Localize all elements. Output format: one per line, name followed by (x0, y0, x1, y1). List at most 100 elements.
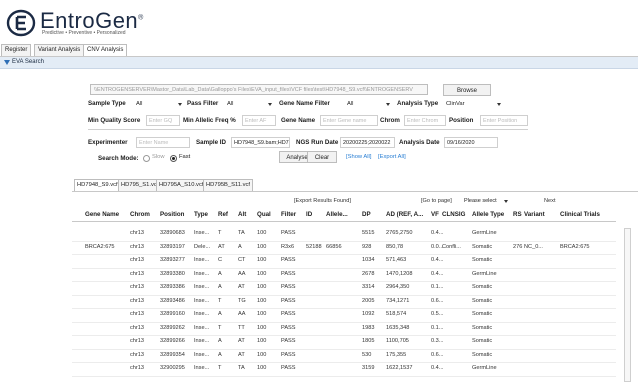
sample-type-select[interactable]: All (136, 99, 142, 110)
col-header[interactable]: CLNSIG (442, 211, 465, 218)
col-header[interactable]: Type (194, 211, 208, 218)
eva-search-header[interactable]: EVA Search (0, 57, 638, 69)
analysis-type-select[interactable]: ClinVar (446, 99, 465, 110)
col-header[interactable]: RS (513, 211, 522, 218)
table-cell: chr13 (130, 284, 144, 290)
section-title: EVA Search (12, 59, 44, 65)
table-row[interactable]: BRCA2:675 chr13 32893197 Dele... AT A 100 R3x6 5… (72, 241, 616, 255)
ngs-run-date-input[interactable]: 20200225;2020022 (340, 137, 395, 148)
col-header[interactable]: Chrom (130, 211, 150, 218)
col-header[interactable]: Position (160, 211, 184, 218)
experimenter-input[interactable]: Enter Name (136, 137, 190, 148)
export-results-found-link[interactable]: [Export Results Found] (294, 198, 351, 204)
table-cell: 32893197 (160, 243, 185, 250)
go-to-page-link[interactable]: [Go to page] (421, 198, 452, 204)
file-tab[interactable]: HD795B_S11.vcf (203, 179, 254, 191)
table-cell: A (218, 351, 222, 358)
table-row[interactable]: chr13 32899262 Inse... T TT 100 PASS 1983 1635,3… (72, 322, 616, 336)
chevron-down-icon[interactable] (504, 200, 508, 203)
table-cell: 0.3... (431, 338, 444, 344)
min-quality-input[interactable]: Enter GQ (146, 115, 180, 126)
col-header[interactable]: Gene Name (85, 211, 119, 218)
table-cell: A (218, 270, 222, 277)
export-all-link[interactable]: [Export All] (378, 152, 406, 163)
table-cell: chr13 (130, 230, 144, 236)
tab-cnv-analysis[interactable]: CNV Analysis (83, 44, 128, 56)
min-allelic-input[interactable]: Enter AF (242, 115, 276, 126)
col-header[interactable]: Variant (524, 211, 545, 218)
col-header[interactable]: Clinical Trials (560, 211, 600, 218)
table-row[interactable]: chr13 32893380 Inse... A AA 100 PASS 2678 1470,1… (72, 268, 616, 282)
col-header[interactable]: Alt (238, 211, 246, 218)
table-cell: GermLine (472, 270, 497, 277)
experimenter-label: Experimenter (88, 139, 128, 146)
col-header[interactable]: VF (431, 211, 439, 218)
table-cell: 66856 (326, 243, 342, 250)
page-select[interactable]: Please select (462, 196, 508, 207)
clear-button[interactable]: Clear (307, 151, 337, 163)
app-tagline: Predictive • Preventive • Personalized (42, 30, 126, 36)
fast-radio[interactable] (170, 155, 177, 162)
file-tab[interactable]: HD795_S1.vcf (118, 179, 162, 191)
table-cell: chr13 (130, 338, 144, 344)
col-header[interactable]: Qual (257, 211, 271, 218)
table-row[interactable]: chr13 32899160 Inse... A AA 100 PASS 1092 518,57… (72, 308, 616, 323)
table-cell: 734,1271 (386, 297, 410, 304)
tab-register[interactable]: Register (1, 44, 32, 56)
table-cell: 0.1... (431, 284, 444, 290)
col-header[interactable]: Ref (218, 211, 228, 218)
col-header[interactable]: DP (362, 211, 371, 218)
col-header[interactable]: Allele Type (472, 211, 504, 218)
vertical-scrollbar[interactable] (624, 228, 631, 382)
col-header[interactable]: ID (306, 211, 312, 218)
table-cell[interactable]: 52188 (306, 241, 322, 255)
gene-name-input[interactable]: Enter Gene name (320, 115, 378, 126)
table-cell: TA (238, 365, 245, 371)
table-cell: Somatic (472, 324, 493, 331)
browse-button[interactable]: Browse (443, 84, 491, 96)
table-row[interactable]: chr13 32893277 Inse... C CT 100 PASS 1034 571,46… (72, 254, 616, 269)
chevron-down-icon[interactable] (178, 103, 182, 106)
chevron-down-icon[interactable] (497, 103, 501, 106)
show-all-link[interactable]: [Show All] (346, 152, 371, 163)
table-cell: GermLine (472, 230, 497, 236)
next-page-link[interactable]: Next (544, 198, 556, 204)
vcf-path-field[interactable]: \\ENTROGENSERVER\Mastor_Data\Lab_Data\Ga… (90, 84, 428, 95)
table-cell: Inse... (194, 270, 210, 277)
table-row[interactable]: chr13 32893386 Inse... A AT 100 PASS 3314 2964,3… (72, 281, 616, 296)
table-cell: C (218, 257, 223, 263)
chevron-down-icon[interactable] (268, 103, 272, 106)
analysis-date-input[interactable]: 09/16/2020 (444, 137, 498, 148)
table-cell: Inse... (194, 257, 210, 263)
table-cell[interactable]: BRCA2:675 (560, 241, 590, 255)
table-cell: 100 (257, 257, 267, 263)
file-tab[interactable]: HD7948_S9.vcf (74, 179, 121, 191)
table-cell: TT (238, 324, 245, 331)
position-input[interactable]: Enter Position (480, 115, 528, 126)
chrom-input[interactable]: Enter Chrom (404, 115, 446, 126)
pass-filter-select[interactable]: All (227, 99, 233, 110)
table-cell: T (218, 365, 222, 371)
gene-name-label: Gene Name (281, 117, 316, 124)
table-cell: 1805 (362, 338, 375, 344)
sample-id-input[interactable]: HD7948_S9.bam;HD795 (231, 137, 290, 148)
table-cell: PASS (281, 257, 296, 263)
table-row[interactable]: chr13 32890683 Inse... T TA 100 PASS 5515 2765,2… (72, 227, 616, 242)
tab-variant-analysis[interactable]: Variant Analysis (34, 44, 85, 56)
file-tab[interactable]: HD795A_S10.vcf (156, 179, 207, 191)
collapse-triangle-icon[interactable] (4, 60, 10, 65)
table-row[interactable]: chr13 32899354 Inse... A AT 100 PASS 530 175,355… (72, 349, 616, 363)
col-header[interactable]: Filter (281, 211, 296, 218)
table-cell: 100 (257, 351, 267, 358)
table-cell: chr13 (130, 311, 144, 317)
table-row[interactable]: chr13 32893486 Inse... T TG 100 PASS 2005 734,12… (72, 295, 616, 309)
col-header[interactable]: Allele... (326, 211, 348, 218)
table-row[interactable]: chr13 32900295 Inse... T TA 100 PASS 3159 1622,1… (72, 362, 616, 377)
table-row[interactable]: chr13 32899266 Inse... A AT 100 PASS 1805 1100,7… (72, 335, 616, 350)
chevron-down-icon[interactable] (386, 103, 390, 106)
table-cell: T (218, 230, 222, 236)
col-header[interactable]: AD (REF, A... (386, 211, 423, 218)
table-cell: 100 (257, 324, 267, 331)
slow-radio[interactable] (143, 155, 150, 162)
gene-name-filter-select[interactable]: All (347, 99, 353, 110)
